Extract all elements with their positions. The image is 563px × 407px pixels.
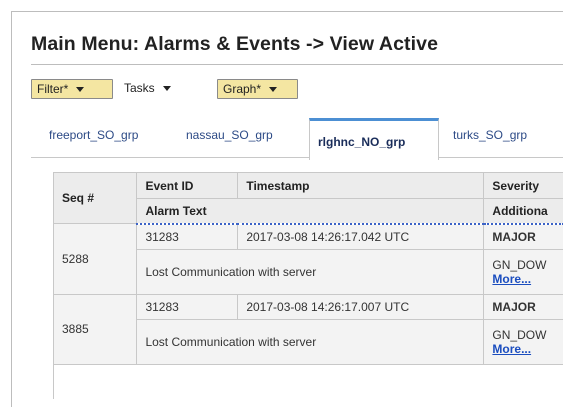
column-header-severity[interactable]: Severity	[483, 173, 563, 200]
chevron-down-icon	[269, 87, 278, 93]
additional-info-cell: GN_DOW More...	[483, 319, 563, 365]
column-header-timestamp[interactable]: Timestamp	[237, 173, 485, 200]
alarms-table: Seq # Event ID Timestamp Severity Alarm …	[53, 172, 563, 399]
seq-cell: 5288	[54, 223, 138, 295]
tab-nassau[interactable]: nassau_SO_grp	[186, 128, 273, 142]
column-header-event-id[interactable]: Event ID	[136, 173, 239, 200]
additional-info-text: GN_DOW	[492, 257, 547, 272]
event-id-cell: 31283	[136, 223, 239, 250]
tab-underline	[438, 157, 563, 158]
column-header-additional[interactable]: Additiona	[483, 198, 563, 225]
additional-info-text: GN_DOW	[492, 327, 547, 342]
page-title: Main Menu: Alarms & Events -> View Activ…	[31, 33, 439, 55]
more-link[interactable]: More...	[492, 342, 531, 356]
column-header-seq[interactable]: Seq #	[54, 173, 138, 224]
timestamp-cell: 2017-03-08 14:26:17.042 UTC	[237, 223, 485, 250]
chevron-down-icon	[162, 86, 171, 92]
tab-rlghnc-label: rlghnc_NO_grp	[318, 135, 406, 149]
filter-button-label: Filter*	[37, 82, 69, 96]
alarm-text-cell: Lost Communication with server	[136, 319, 485, 365]
chevron-down-icon	[76, 87, 85, 93]
graph-button[interactable]: Graph*	[217, 79, 298, 99]
more-link[interactable]: More...	[492, 272, 531, 286]
timestamp-cell: 2017-03-08 14:26:17.007 UTC	[237, 294, 485, 320]
event-id-cell: 31283	[136, 294, 239, 320]
severity-cell: MAJOR	[483, 223, 563, 250]
graph-button-label: Graph*	[223, 82, 262, 96]
tasks-button-label: Tasks	[124, 81, 155, 95]
tasks-button[interactable]: Tasks	[124, 79, 204, 97]
additional-info-cell: GN_DOW More...	[483, 249, 563, 295]
filter-button[interactable]: Filter*	[31, 79, 113, 99]
tab-turks[interactable]: turks_SO_grp	[453, 128, 527, 142]
tab-freeport[interactable]: freeport_SO_grp	[49, 128, 138, 142]
column-header-alarm-text[interactable]: Alarm Text	[136, 198, 485, 225]
tab-underline	[31, 157, 309, 158]
group-tabs: freeport_SO_grp nassau_SO_grp rlghnc_NO_…	[31, 118, 563, 160]
table-row[interactable]: 5288 31283 2017-03-08 14:26:17.042 UTC M…	[54, 223, 563, 295]
title-divider	[31, 64, 563, 65]
table-row[interactable]: 3885 31283 2017-03-08 14:26:17.007 UTC M…	[54, 294, 563, 365]
alarm-text-cell: Lost Communication with server	[136, 249, 485, 295]
tab-rlghnc[interactable]: rlghnc_NO_grp	[309, 118, 439, 160]
seq-cell: 3885	[54, 294, 138, 365]
alarms-grid: Seq # Event ID Timestamp Severity Alarm …	[54, 173, 563, 365]
severity-cell: MAJOR	[483, 294, 563, 320]
